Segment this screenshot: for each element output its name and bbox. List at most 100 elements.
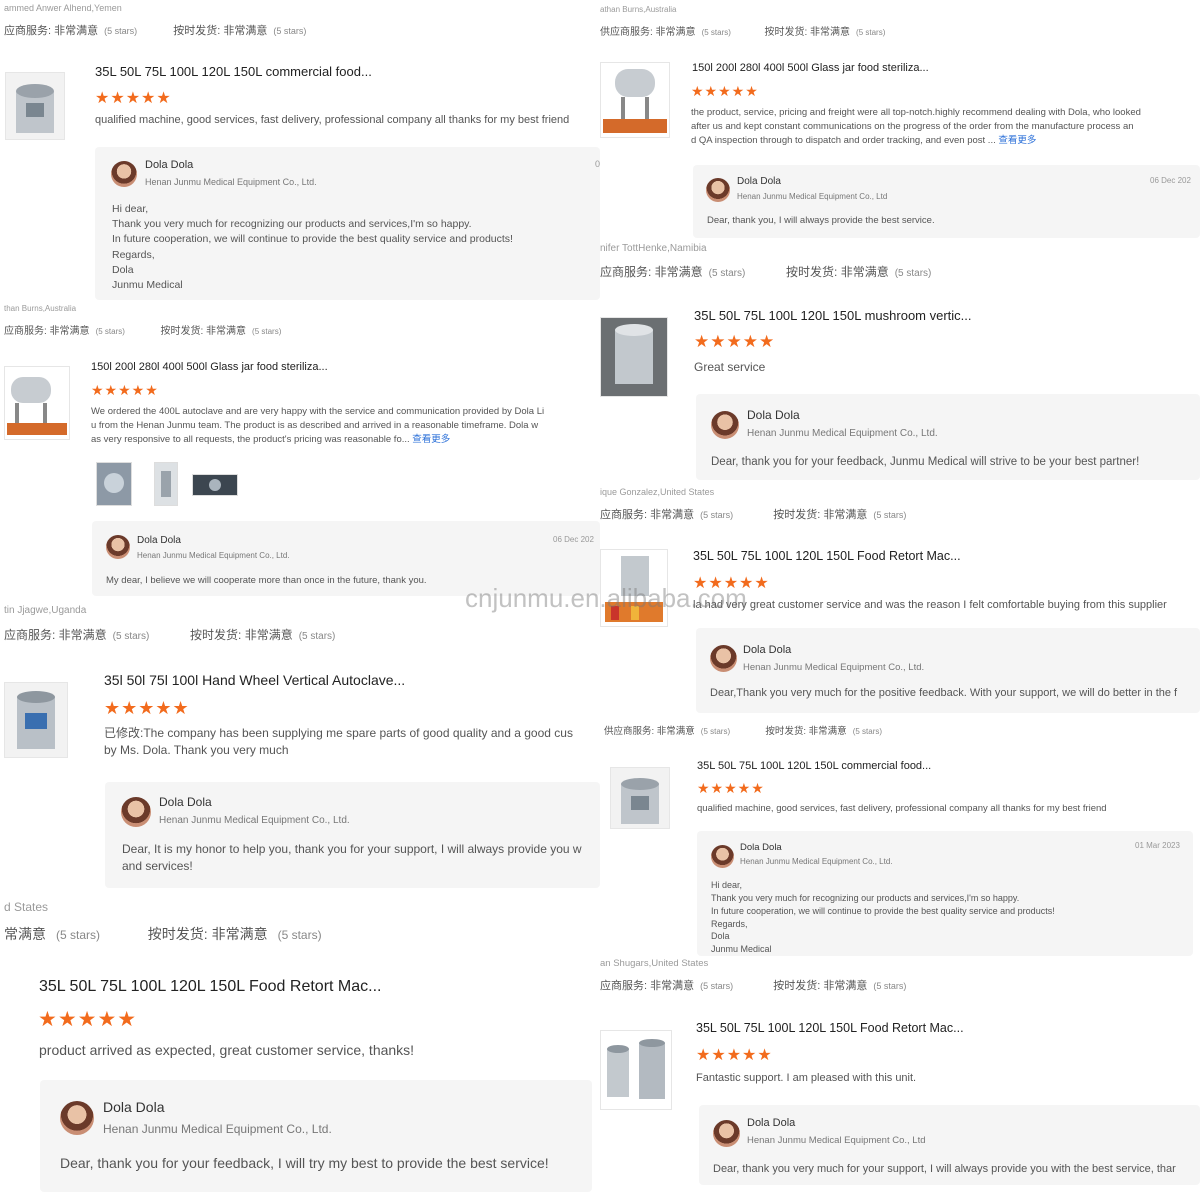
rating-row: 供应商服务: 非常满意 (5 stars) 按时发货: 非常满意 (5 stars) [604, 723, 882, 737]
reviewer-name: than Burns,Australia [4, 304, 77, 313]
review-text: We ordered the 400L autoclave and are ve… [91, 406, 545, 445]
rating-supplier: 应商服务: 非常满意 [4, 25, 99, 37]
review-text: qualified machine, good services, fast d… [95, 114, 570, 126]
rating-supplier: 供应商服务: 非常满意 [604, 726, 695, 737]
supplier-reply: Dola Dola Henan Junmu Medical Equipment … [693, 165, 1200, 238]
reply-company: Henan Junmu Medical Equipment Co., Ltd [737, 192, 888, 201]
avatar [711, 845, 734, 868]
rating-supplier-stars: (5 stars) [708, 268, 746, 279]
reply-text: Dear, thank you, I will always provide t… [707, 215, 935, 226]
reply-company: Henan Junmu Medical Equipment Co., Ltd. [145, 177, 317, 187]
reply-text: Hi dear, Thank you very much for recogni… [711, 880, 1055, 955]
reply-author: Dola Dola [740, 842, 782, 853]
autoclave-icon [621, 778, 659, 824]
product-thumbnail[interactable] [4, 366, 70, 440]
star-rating: ★★★★★ [104, 698, 190, 718]
reviewer-name: athan Burns,Australia [600, 5, 677, 14]
review-card-left-2: than Burns,Australia 应商服务: 非常满意 (5 stars)… [0, 303, 600, 605]
rating-row: 应商服务: 非常满意 (5 stars) 按时发货: 非常满意 (5 stars) [600, 977, 906, 993]
rating-supplier: 应商服务: 非常满意 [600, 509, 695, 521]
star-rating: ★★★★★ [95, 90, 172, 107]
reply-text: Dear, thank you for your feedback, I wil… [60, 1155, 549, 1171]
rating-shipping-stars: (5 stars) [873, 981, 907, 991]
reviewer-name: ammed Anwer Alhend,Yemen [4, 3, 122, 13]
review-photo[interactable] [154, 462, 178, 506]
read-more-link[interactable]: 查看更多 [998, 135, 1036, 146]
reply-author: Dola Dola [737, 176, 781, 187]
avatar [121, 797, 151, 827]
product-thumbnail[interactable] [600, 62, 670, 138]
supplier-reply: Dola Dola Henan Junmu Medical Equipment … [699, 1105, 1200, 1185]
reviewer-name: tin Jjagwe,Uganda [4, 605, 87, 616]
product-title[interactable]: 150l 200l 280l 400l 500l Glass jar food … [692, 62, 929, 74]
product-thumbnail[interactable] [5, 72, 65, 140]
product-title[interactable]: 35L 50L 75L 100L 120L 150L Food Retort M… [696, 1021, 964, 1035]
avatar [60, 1101, 94, 1135]
reply-author: Dola Dola [159, 795, 212, 809]
product-thumbnail[interactable] [610, 767, 670, 829]
reply-company: Henan Junmu Medical Equipment Co., Ltd. [103, 1122, 332, 1136]
product-title[interactable]: 35L 50L 75L 100L 120L 150L commercial fo… [95, 64, 372, 79]
rating-row: 应商服务: 非常满意 (5 stars) 按时发货: 非常满意 (5 stars) [600, 263, 931, 280]
review-text: la had very great customer service and w… [693, 599, 1167, 611]
product-title[interactable]: 150l 200l 280l 400l 500l Glass jar food … [91, 361, 328, 373]
review-photo[interactable] [192, 474, 238, 496]
rating-shipping: 按时发货: 非常满意 [765, 726, 847, 737]
rating-shipping-stars: (5 stars) [298, 631, 336, 642]
reply-text: Dear, thank you for your feedback, Junmu… [711, 456, 1140, 468]
star-rating: ★★★★★ [694, 332, 776, 351]
star-rating: ★★★★★ [697, 780, 765, 796]
review-card-right-2: nifer TottHenke,Namibia 应商服务: 非常满意 (5 sta… [600, 243, 1200, 487]
rating-row: 常满意 (5 stars) 按时发货: 非常满意 (5 stars) [4, 924, 322, 944]
avatar [106, 535, 130, 559]
mushroom-autoclave-icon [601, 318, 667, 396]
reviewer-name: nifer TottHenke,Namibia [600, 243, 707, 254]
rating-supplier-stars: (5 stars) [112, 631, 150, 642]
star-rating: ★★★★★ [696, 1047, 773, 1064]
reply-author: Dola Dola [747, 408, 800, 422]
rating-supplier-stars: (5 stars) [104, 26, 138, 36]
rating-row: 应商服务: 非常满意 (5 stars) 按时发货: 非常满意 (5 stars) [4, 322, 281, 337]
avatar [711, 411, 739, 439]
rating-shipping-stars: (5 stars) [273, 26, 307, 36]
product-title[interactable]: 35L 50L 75L 100L 120L 150L mushroom vert… [694, 308, 972, 323]
reply-text: Dear, It is my honor to help you, thank … [122, 842, 582, 874]
reviewer-name: ique Gonzalez,United States [600, 487, 715, 497]
star-rating: ★★★★★ [691, 83, 759, 99]
reply-author: Dola Dola [145, 159, 194, 171]
reply-text: Dear, thank you very much for your suppo… [713, 1163, 1176, 1175]
review-text: the product, service, pricing and freigh… [691, 107, 1141, 146]
autoclave-icon [16, 84, 54, 133]
rating-shipping-stars: (5 stars) [852, 727, 883, 736]
reviewer-name: an Shugars,United States [600, 958, 709, 969]
rating-supplier: 应商服务: 非常满意 [600, 265, 703, 279]
rating-shipping: 按时发货: 非常满意 [147, 926, 268, 942]
product-title[interactable]: 35L 50L 75L 100L 120L 150L commercial fo… [697, 760, 931, 772]
watermark: cnjunmu.en.alibaba.com [465, 583, 747, 613]
rating-supplier-stars: (5 stars) [700, 510, 734, 520]
rating-supplier: 应商服务: 非常满意 [600, 980, 695, 992]
product-thumbnail[interactable] [600, 317, 668, 397]
photo-icon [155, 463, 177, 505]
star-rating: ★★★★★ [38, 1008, 138, 1031]
rating-row: 供应商服务: 非常满意 (5 stars) 按时发货: 非常满意 (5 stars) [600, 23, 885, 38]
glass-jar-sterilizer-icon [7, 377, 67, 435]
reply-text: My dear, I believe we will cooperate mor… [106, 575, 427, 586]
read-more-link[interactable]: 查看更多 [412, 434, 450, 445]
product-thumbnail[interactable] [4, 682, 68, 758]
rating-row: 应商服务: 非常满意 (5 stars) 按时发货: 非常满意 (5 stars) [600, 506, 906, 522]
product-thumbnail[interactable] [600, 1030, 672, 1110]
product-title[interactable]: 35l 50l 75l 100l Hand Wheel Vertical Aut… [104, 672, 405, 688]
rating-supplier: 应商服务: 非常满意 [4, 326, 90, 337]
product-title[interactable]: 35L 50L 75L 100L 120L 150L Food Retort M… [39, 978, 381, 996]
supplier-reply: Dola Dola Henan Junmu Medical Equipment … [696, 394, 1200, 480]
supplier-reply: Dola Dola Henan Junmu Medical Equipment … [105, 782, 600, 888]
rating-supplier-stars: (5 stars) [95, 327, 125, 336]
product-title[interactable]: 35L 50L 75L 100L 120L 150L Food Retort M… [693, 549, 961, 563]
review-photo[interactable] [96, 462, 132, 506]
photo-icon [97, 463, 131, 505]
rating-shipping-stars: (5 stars) [894, 268, 932, 279]
rating-shipping: 按时发货: 非常满意 [764, 27, 851, 38]
reply-company: Henan Junmu Medical Equipment Co., Ltd. [137, 551, 290, 560]
supplier-reply: Dola Dola Henan Junmu Medical Equipment … [697, 831, 1193, 956]
